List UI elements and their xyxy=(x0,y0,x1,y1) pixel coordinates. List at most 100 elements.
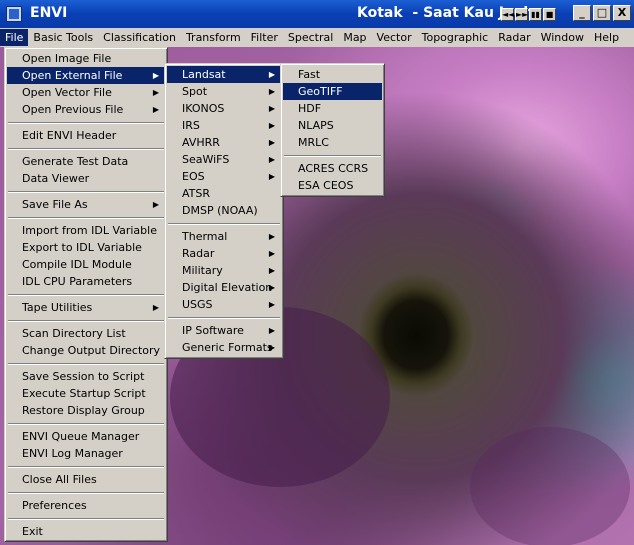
menu-item-envi-queue-manager[interactable]: ENVI Queue Manager xyxy=(7,428,165,445)
menu-item-preferences[interactable]: Preferences xyxy=(7,497,165,514)
menu-item-export-to-idl-variable[interactable]: Export to IDL Variable xyxy=(7,239,165,256)
menu-item-restore-display-group[interactable]: Restore Display Group xyxy=(7,402,165,419)
menu-item-close-all-files[interactable]: Close All Files xyxy=(7,471,165,488)
menu-item-open-image-file[interactable]: Open Image File xyxy=(7,50,165,67)
menu-item-seawifs[interactable]: SeaWiFS ▶ xyxy=(167,151,281,168)
menu-basic-tools[interactable]: Basic Tools xyxy=(28,29,98,46)
envi-app-icon[interactable] xyxy=(6,6,22,22)
menu-item-save-session-to-script[interactable]: Save Session to Script xyxy=(7,368,165,385)
menu-item-radar[interactable]: Radar ▶ xyxy=(167,245,281,262)
menu-item-dmsp-noaa[interactable]: DMSP (NOAA) xyxy=(167,202,281,219)
open-external-file-submenu: Landsat ▶ Spot ▶ IKONOS ▶ IRS ▶ AVHRR ▶ SeaWiFS ▶ EO… xyxy=(164,63,284,359)
rewind-button[interactable]: ◄◄ xyxy=(501,8,514,21)
menu-item-label: Export to IDL Variable xyxy=(22,241,142,254)
menu-item-exit[interactable]: Exit xyxy=(7,523,165,540)
menu-item-spot[interactable]: Spot ▶ xyxy=(167,83,281,100)
menu-item-scan-directory-list[interactable]: Scan Directory List xyxy=(7,325,165,342)
menu-item-label: Fast xyxy=(298,68,321,81)
menu-item-ikonos[interactable]: IKONOS ▶ xyxy=(167,100,281,117)
menu-item-label: ATSR xyxy=(182,187,211,200)
menu-separator xyxy=(7,316,165,325)
menu-item-mrlc[interactable]: MRLC xyxy=(283,134,382,151)
menu-item-military[interactable]: Military ▶ xyxy=(167,262,281,279)
menu-window[interactable]: Window xyxy=(536,29,589,46)
menu-item-acres-ccrs[interactable]: ACRES CCRS xyxy=(283,160,382,177)
menu-radar[interactable]: Radar xyxy=(493,29,535,46)
close-button[interactable]: X xyxy=(613,5,631,21)
menu-item-open-previous-file[interactable]: Open Previous File ▶ xyxy=(7,101,165,118)
menu-item-irs[interactable]: IRS ▶ xyxy=(167,117,281,134)
menu-item-data-viewer[interactable]: Data Viewer xyxy=(7,170,165,187)
menu-item-label: Save File As xyxy=(22,198,88,211)
menu-item-idl-cpu-parameters[interactable]: IDL CPU Parameters xyxy=(7,273,165,290)
menu-item-digital-elevation[interactable]: Digital Elevation ▶ xyxy=(167,279,281,296)
menu-item-import-from-idl-variable[interactable]: Import from IDL Variable xyxy=(7,222,165,239)
menu-item-execute-startup-script[interactable]: Execute Startup Script xyxy=(7,385,165,402)
menu-filter[interactable]: Filter xyxy=(246,29,283,46)
menu-item-eos[interactable]: EOS ▶ xyxy=(167,168,281,185)
menu-item-label: MRLC xyxy=(298,136,329,149)
menu-item-compile-idl-module[interactable]: Compile IDL Module xyxy=(7,256,165,273)
menu-map[interactable]: Map xyxy=(338,29,371,46)
menu-transform[interactable]: Transform xyxy=(181,29,246,46)
menu-item-label: AVHRR xyxy=(182,136,220,149)
menu-item-label: SeaWiFS xyxy=(182,153,230,166)
menu-item-generate-test-data[interactable]: Generate Test Data xyxy=(7,153,165,170)
triangle-right-icon: ▶ xyxy=(268,172,275,181)
menu-separator xyxy=(7,187,165,196)
menu-item-esa-ceos[interactable]: ESA CEOS xyxy=(283,177,382,194)
menu-separator xyxy=(7,213,165,222)
menu-item-label: Open Vector File xyxy=(22,86,112,99)
menu-item-thermal[interactable]: Thermal ▶ xyxy=(167,228,281,245)
menu-item-nlaps[interactable]: NLAPS xyxy=(283,117,382,134)
stop-button[interactable]: ■ xyxy=(543,8,556,21)
minimize-button[interactable]: _ xyxy=(573,5,591,21)
petal-shadow xyxy=(470,427,630,545)
menu-item-hdf[interactable]: HDF xyxy=(283,100,382,117)
triangle-right-icon: ▶ xyxy=(268,104,275,113)
menu-separator xyxy=(167,219,281,228)
menu-item-label: Execute Startup Script xyxy=(22,387,146,400)
menu-separator xyxy=(7,462,165,471)
menu-item-label: ENVI Queue Manager xyxy=(22,430,140,443)
menu-item-save-file-as[interactable]: Save File As ▶ xyxy=(7,196,165,213)
menu-topographic[interactable]: Topographic xyxy=(417,29,494,46)
menu-item-label: Military xyxy=(182,264,223,277)
menu-classification[interactable]: Classification xyxy=(98,29,181,46)
maximize-button[interactable]: □ xyxy=(593,5,611,21)
menu-item-label: IKONOS xyxy=(182,102,225,115)
menu-item-usgs[interactable]: USGS ▶ xyxy=(167,296,281,313)
menu-item-tape-utilities[interactable]: Tape Utilities ▶ xyxy=(7,299,165,316)
menu-item-label: Compile IDL Module xyxy=(22,258,132,271)
menu-spectral[interactable]: Spectral xyxy=(283,29,338,46)
menu-item-landsat[interactable]: Landsat ▶ xyxy=(167,66,281,83)
menu-help[interactable]: Help xyxy=(589,29,624,46)
menu-item-avhrr[interactable]: AVHRR ▶ xyxy=(167,134,281,151)
menu-item-open-external-file[interactable]: Open External File ▶ xyxy=(7,67,165,84)
pause-button[interactable]: ▮▮ xyxy=(529,8,542,21)
menu-item-generic-formats[interactable]: Generic Formats ▶ xyxy=(167,339,281,356)
menu-item-label: Landsat xyxy=(182,68,226,81)
menu-item-label: Generic Formats xyxy=(182,341,273,354)
menu-file[interactable]: File xyxy=(0,29,29,46)
menu-item-envi-log-manager[interactable]: ENVI Log Manager xyxy=(7,445,165,462)
menu-item-label: NLAPS xyxy=(298,119,334,132)
menu-item-ip-software[interactable]: IP Software ▶ xyxy=(167,322,281,339)
menu-item-label: ESA CEOS xyxy=(298,179,354,192)
menu-item-label: Change Output Directory xyxy=(22,344,161,357)
menu-item-label: USGS xyxy=(182,298,213,311)
title-bar: ENVI Kotak - Saat Kau Jauh ◄◄ ►► ▮▮ ■ _ … xyxy=(0,0,634,28)
menu-item-geotiff[interactable]: GeoTIFF xyxy=(283,83,382,100)
landsat-submenu: Fast GeoTIFF HDF NLAPS MRLC ACRES CCRS ESA CEO… xyxy=(280,63,385,197)
menu-item-label: Close All Files xyxy=(22,473,97,486)
menu-item-change-output-directory[interactable]: Change Output Directory xyxy=(7,342,165,359)
triangle-right-icon: ▶ xyxy=(268,300,275,309)
menu-vector[interactable]: Vector xyxy=(372,29,417,46)
menu-item-fast[interactable]: Fast xyxy=(283,66,382,83)
triangle-right-icon: ▶ xyxy=(268,138,275,147)
forward-button[interactable]: ►► xyxy=(515,8,528,21)
menu-item-open-vector-file[interactable]: Open Vector File ▶ xyxy=(7,84,165,101)
media-controls: ◄◄ ►► ▮▮ ■ xyxy=(501,8,557,21)
menu-item-edit-envi-header[interactable]: Edit ENVI Header xyxy=(7,127,165,144)
menu-item-atsr[interactable]: ATSR xyxy=(167,185,281,202)
